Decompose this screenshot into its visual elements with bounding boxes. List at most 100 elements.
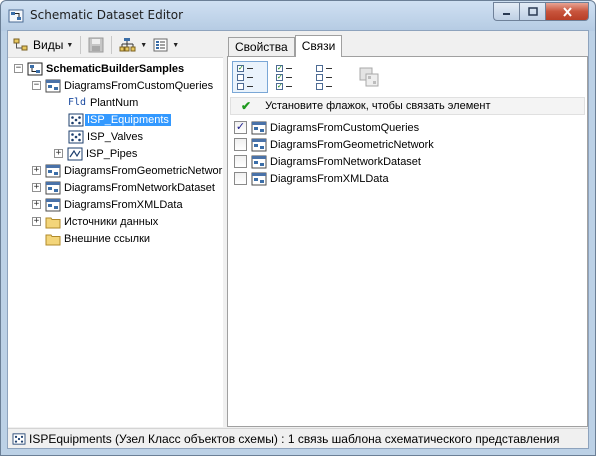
diagram-template-icon	[251, 138, 267, 151]
tree-node-root[interactable]: − SchematicBuilderSamples	[14, 60, 184, 77]
folder-icon	[45, 217, 61, 228]
status-text: ISPEquipments (Узел Класс объектов схемы…	[29, 431, 560, 446]
diagram-template-icon	[45, 79, 61, 92]
expand-icon[interactable]: +	[54, 149, 63, 158]
tab-properties[interactable]: Свойства	[228, 37, 295, 56]
expand-icon[interactable]: +	[32, 183, 41, 192]
collapse-icon[interactable]: −	[32, 81, 41, 90]
unchecked-icon	[237, 82, 244, 90]
expand-icon[interactable]: +	[32, 166, 41, 175]
copy-relations-button[interactable]	[352, 61, 386, 93]
diagram-template-icon	[251, 121, 267, 134]
tree-options-icon	[119, 38, 136, 52]
save-button[interactable]	[85, 34, 107, 56]
list-options-button[interactable]: ▼	[150, 34, 182, 56]
diagram-template-icon	[251, 155, 267, 168]
checked-icon: ✓	[276, 82, 283, 90]
views-icon	[13, 38, 28, 51]
chevron-down-icon: ▼	[66, 41, 74, 49]
save-icon	[88, 37, 104, 53]
checkbox[interactable]	[234, 172, 247, 185]
checkbox[interactable]	[234, 138, 247, 151]
schematic-app-icon	[8, 9, 24, 23]
list-item[interactable]: DiagramsFromNetworkDataset	[234, 153, 584, 170]
node-class-icon	[12, 432, 26, 445]
tree-label: DiagramsFromXMLData	[64, 198, 183, 211]
list-item[interactable]: ✓ DiagramsFromCustomQueries	[234, 119, 584, 136]
title-bar[interactable]: Schematic Dataset Editor	[1, 1, 595, 31]
node-class-icon	[68, 113, 84, 126]
toolbar-separator	[111, 36, 113, 54]
status-bar: ISPEquipments (Узел Класс объектов схемы…	[8, 428, 588, 448]
list-options-icon	[153, 38, 168, 52]
list-item-label: DiagramsFromGeometricNetwork	[270, 138, 434, 151]
dataset-tree[interactable]: − SchematicBuilderSamples − DiagramsFrom…	[8, 57, 223, 427]
checkbox-checked[interactable]: ✓	[234, 121, 247, 134]
close-button[interactable]	[545, 2, 589, 21]
tree-label: Внешние ссылки	[64, 232, 151, 245]
hint-text: Установите флажок, чтобы связать элемент	[265, 100, 491, 112]
list-item-label: DiagramsFromXMLData	[270, 172, 389, 185]
diagram-template-icon	[251, 172, 267, 185]
diagram-template-icon	[45, 181, 61, 194]
tree-label: DiagramsFromGeometricNetwork	[64, 164, 223, 177]
views-button[interactable]: Виды ▼	[10, 34, 76, 56]
copy-diagram-icon	[359, 67, 379, 87]
diagram-template-icon	[45, 198, 61, 211]
expand-icon[interactable]: +	[32, 200, 41, 209]
check-all-button[interactable]: ✓ ✓ ✓	[272, 61, 308, 93]
tree-label: Источники данных	[64, 215, 159, 228]
checkbox[interactable]	[234, 155, 247, 168]
left-pane: Виды ▼ ▼ ▼ − SchematicBuilderSamples − D…	[8, 31, 223, 427]
checked-icon: ✓	[237, 64, 244, 72]
list-item[interactable]: DiagramsFromXMLData	[234, 170, 584, 187]
diagram-template-icon	[45, 164, 61, 177]
tab-strip: Свойства Связи	[228, 35, 343, 57]
tree-label: ISP_Valves	[87, 130, 144, 143]
list-item-label: DiagramsFromNetworkDataset	[270, 155, 421, 168]
chevron-down-icon: ▼	[140, 41, 148, 49]
tree-label: PlantNum	[90, 96, 139, 109]
tree-node-isp-equipments[interactable]: ISP_Equipments	[68, 111, 171, 128]
tree-label: DiagramsFromCustomQueries	[64, 79, 214, 92]
unchecked-icon	[316, 73, 323, 81]
tree-label: SchematicBuilderSamples	[46, 62, 185, 75]
maximize-button[interactable]	[519, 2, 545, 21]
tree-node-geometric-network[interactable]: + DiagramsFromGeometricNetwork	[32, 162, 223, 179]
unchecked-icon	[316, 64, 323, 72]
client-area: Виды ▼ ▼ ▼ − SchematicBuilderSamples − D…	[7, 30, 589, 449]
node-class-icon	[68, 130, 84, 143]
checkmark-icon: ✔	[241, 99, 252, 113]
tree-node-plantnum[interactable]: Fld PlantNum	[68, 94, 138, 111]
list-item[interactable]: DiagramsFromGeometricNetwork	[234, 136, 584, 153]
maximize-icon	[527, 7, 538, 16]
tab-relations[interactable]: Связи	[294, 35, 343, 57]
show-checked-button[interactable]: ✓	[232, 61, 268, 93]
folder-icon	[45, 234, 61, 245]
tree-node-custom-queries[interactable]: − DiagramsFromCustomQueries	[32, 77, 213, 94]
relations-toolbar: ✓ ✓ ✓ ✓	[232, 60, 386, 94]
tree-label: DiagramsFromNetworkDataset	[64, 181, 215, 194]
expand-icon[interactable]: +	[32, 217, 41, 226]
tree-node-isp-pipes[interactable]: + ISP_Pipes	[54, 145, 137, 162]
tree-node-network-dataset[interactable]: + DiagramsFromNetworkDataset	[32, 179, 215, 196]
tree-node-data-sources[interactable]: + Источники данных	[32, 213, 158, 230]
checked-icon: ✓	[276, 64, 283, 72]
schematic-dataset-icon	[27, 62, 43, 75]
uncheck-all-button[interactable]	[312, 61, 348, 93]
tree-node-isp-valves[interactable]: ISP_Valves	[68, 128, 143, 145]
link-class-icon	[67, 147, 83, 160]
right-pane: Свойства Связи ✓ ✓ ✓ ✓ ✔ Установите флаж…	[226, 31, 589, 427]
hint-bar: ✔ Установите флажок, чтобы связать элеме…	[230, 97, 585, 115]
chevron-down-icon: ▼	[172, 41, 180, 49]
field-icon: Fld	[68, 97, 87, 108]
tree-node-external-links[interactable]: Внешние ссылки	[45, 230, 150, 247]
minimize-button[interactable]	[493, 2, 519, 21]
app-window: Schematic Dataset Editor Виды ▼ ▼ ▼ − Sc…	[0, 0, 596, 456]
collapse-icon[interactable]: −	[14, 64, 23, 73]
list-item-label: DiagramsFromCustomQueries	[270, 121, 420, 134]
tree-options-button[interactable]: ▼	[116, 34, 150, 56]
relations-panel: ✓ ✓ ✓ ✓ ✔ Установите флажок, чтобы связа…	[227, 56, 588, 427]
tree-node-xml-data[interactable]: + DiagramsFromXMLData	[32, 196, 183, 213]
checked-icon: ✓	[276, 73, 283, 81]
